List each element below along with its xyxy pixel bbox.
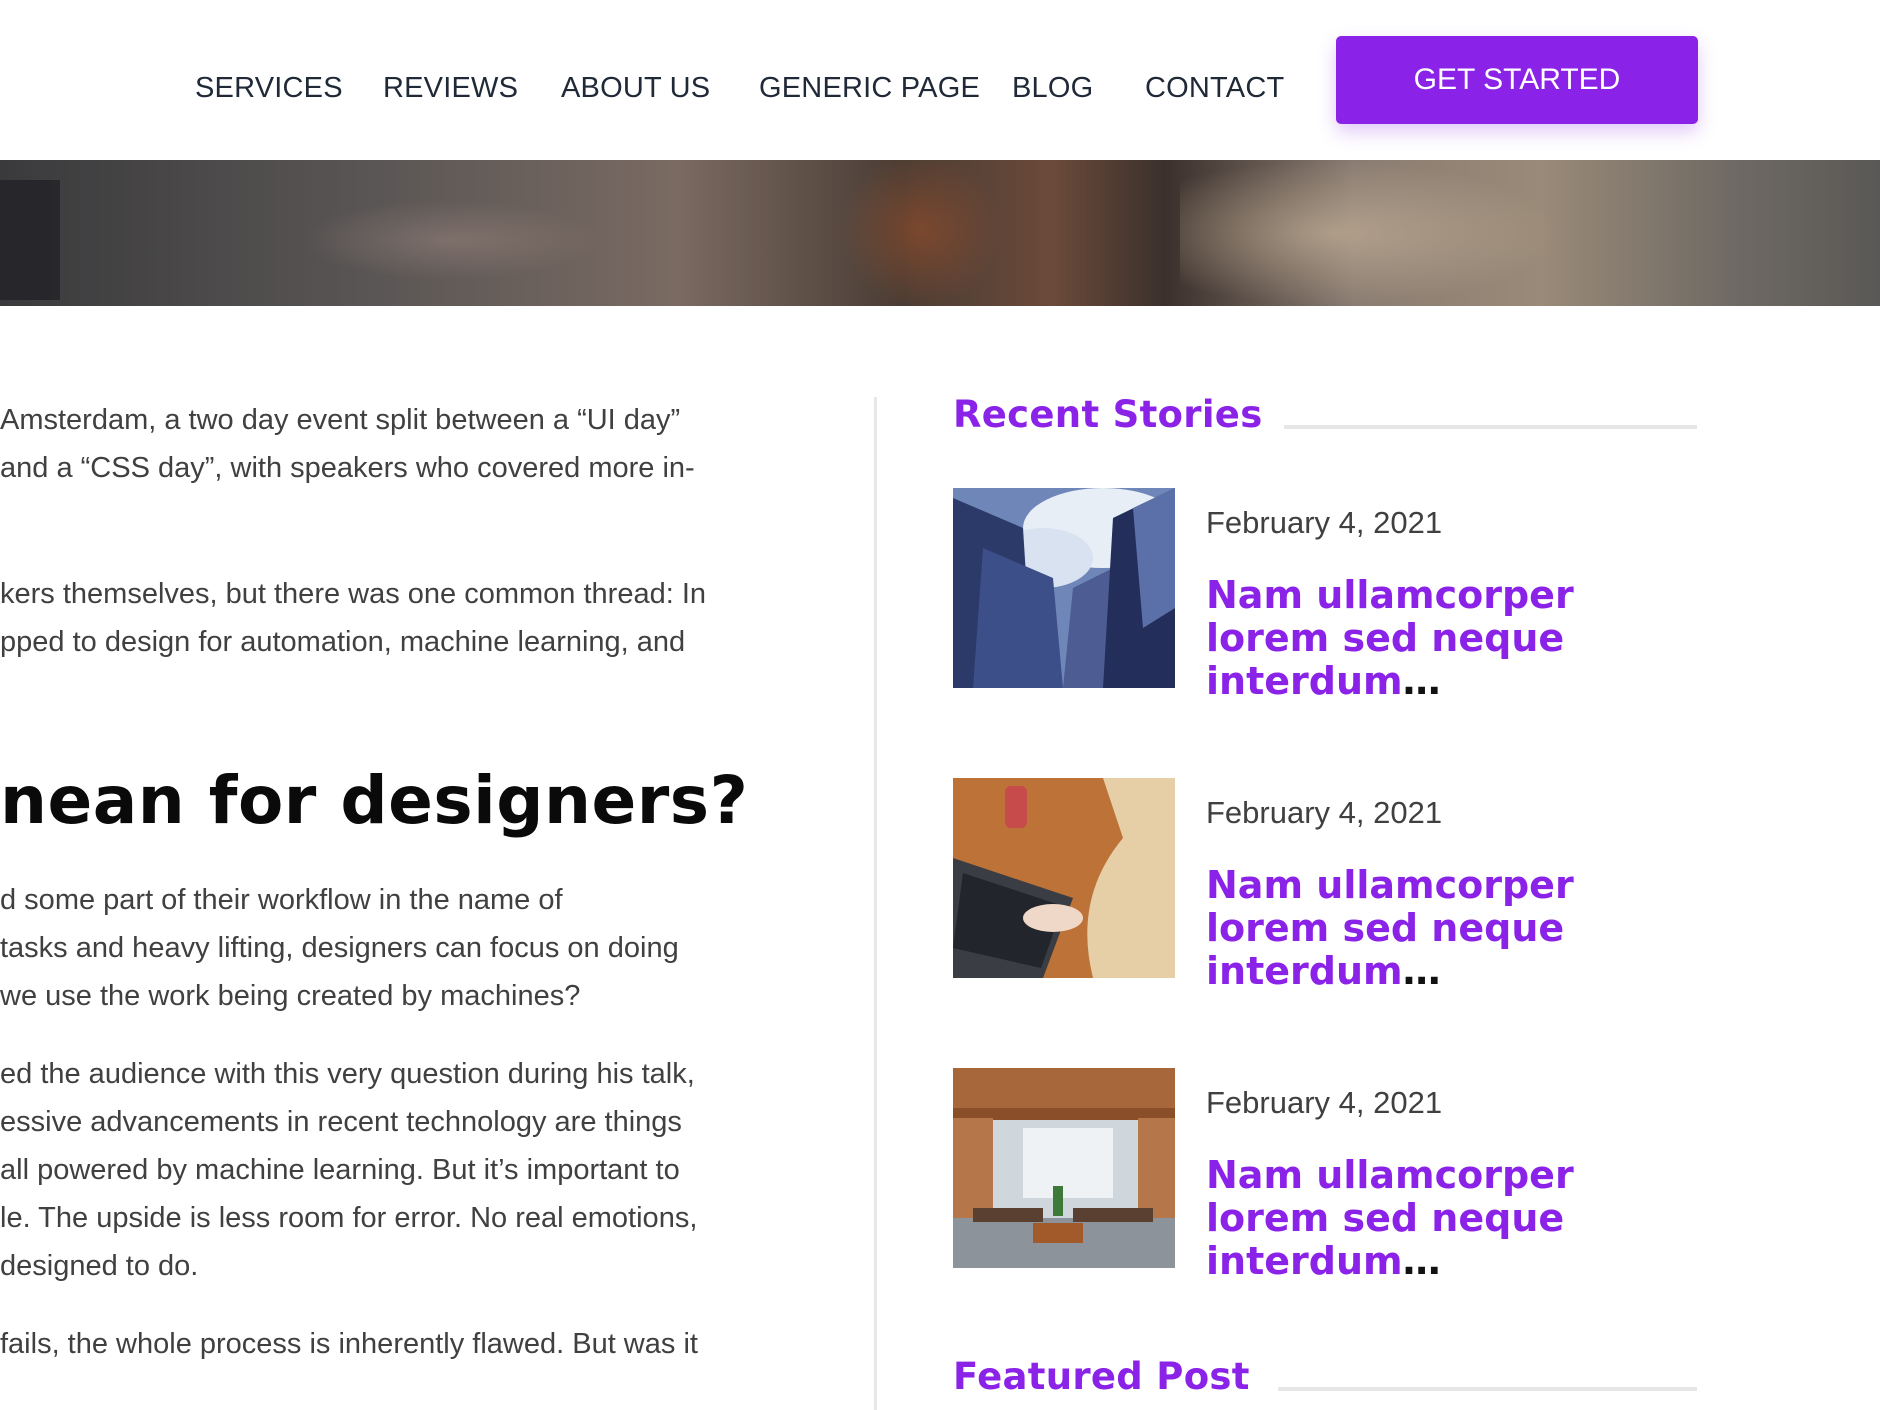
article-text-line: tasks and heavy lifting, designers can f…: [0, 932, 679, 964]
story-date: February 4, 2021: [1206, 795, 1443, 830]
story-title-link[interactable]: Nam ullamcorper lorem sed neque interdum…: [1206, 574, 1696, 703]
glass-skyscrapers-image[interactable]: [953, 488, 1175, 688]
nav-generic-page[interactable]: GENERIC PAGE: [759, 72, 980, 105]
column-divider: [874, 397, 877, 1410]
nav-blog[interactable]: BLOG: [1012, 72, 1093, 105]
article-text-line: Amsterdam, a two day event split between…: [0, 404, 681, 436]
nav-contact[interactable]: CONTACT: [1145, 72, 1284, 105]
article-text-line: fails, the whole process is inherently f…: [0, 1328, 698, 1360]
section-heading: nean for designers?: [0, 762, 749, 839]
nav-about-us[interactable]: ABOUT US: [561, 72, 710, 105]
story-title-link[interactable]: Nam ullamcorper lorem sed neque interdum…: [1206, 1154, 1696, 1283]
article-text-line: all powered by machine learning. But it’…: [0, 1154, 680, 1186]
nav-reviews[interactable]: REVIEWS: [383, 72, 518, 105]
article-text-line: and a “CSS day”, with speakers who cover…: [0, 452, 695, 484]
site-header: SERVICES REVIEWS ABOUT US GENERIC PAGE B…: [0, 0, 1880, 160]
section-rule: [1284, 425, 1697, 429]
get-started-button[interactable]: GET STARTED: [1336, 36, 1698, 124]
article-text-line: d some part of their workflow in the nam…: [0, 884, 563, 916]
story-title-link[interactable]: Nam ullamcorper lorem sed neque interdum…: [1206, 864, 1696, 993]
laptop-typing-image[interactable]: [953, 778, 1175, 978]
article-text-line: le. The upside is less room for error. N…: [0, 1202, 698, 1234]
open-office-image[interactable]: [953, 1068, 1175, 1268]
article-text-line: we use the work being created by machine…: [0, 980, 581, 1012]
article-text-line: designed to do.: [0, 1250, 199, 1282]
section-rule: [1278, 1387, 1697, 1391]
article-text-line: essive advancements in recent technology…: [0, 1106, 682, 1138]
article-text-line: pped to design for automation, machine l…: [0, 626, 686, 658]
story-date: February 4, 2021: [1206, 1085, 1443, 1120]
article-text-line: ed the audience with this very question …: [0, 1058, 695, 1090]
article-text-line: kers themselves, but there was one commo…: [0, 578, 707, 610]
hero-image: [0, 160, 1880, 306]
recent-stories-title: Recent Stories: [953, 393, 1263, 436]
featured-post-title: Featured Post: [953, 1355, 1250, 1398]
nav-services[interactable]: SERVICES: [195, 72, 343, 105]
story-date: February 4, 2021: [1206, 505, 1443, 540]
